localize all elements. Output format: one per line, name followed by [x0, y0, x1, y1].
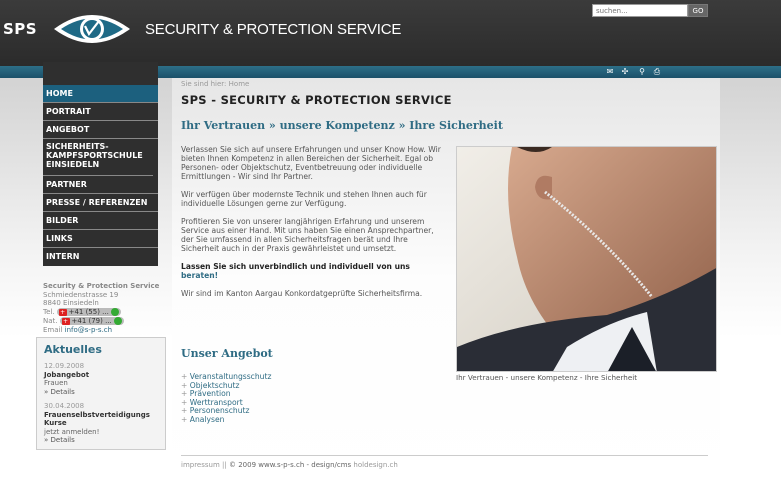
nav-item-portrait[interactable]: PORTRAIT: [43, 103, 158, 121]
breadcrumb: Sie sind hier: Home: [181, 80, 250, 88]
news-text: jetzt anmelden!: [44, 427, 100, 436]
email-row: Email info@s-p-s.ch: [43, 325, 113, 334]
mail-icon[interactable]: ✉: [604, 66, 616, 78]
header: SPS SECURITY & PROTECTION SERVICE GO: [0, 0, 781, 66]
nat-row: Nat. + +41 (79) ...: [43, 317, 163, 326]
search-input[interactable]: [592, 4, 688, 17]
news-date: 30.04.2008: [44, 402, 85, 410]
main-nav: HOME PORTRAIT ANGEBOT SICHERHEITS- KAMPF…: [43, 62, 158, 266]
call-icon[interactable]: [110, 308, 119, 317]
security-guard-photo: [456, 146, 717, 372]
city: 8840 Einsiedeln: [43, 299, 99, 308]
paragraph: Wir sind im Kanton Aargau Konkordatgeprü…: [181, 289, 423, 298]
photo-illustration: [457, 147, 716, 371]
logo-text[interactable]: SPS: [3, 20, 37, 38]
photo-caption: Ihr Vertrauen - unsere Kompetenz - Ihre …: [456, 373, 638, 382]
news-title: Jobangebot: [44, 370, 90, 379]
impressum-link[interactable]: impressum: [181, 461, 220, 469]
news-title: Frauenselbstverteidigungs Kurse: [44, 410, 150, 428]
nav-item-intern[interactable]: INTERN: [43, 248, 158, 266]
news-details-link[interactable]: » Details: [44, 388, 158, 397]
nav-cap: [43, 62, 158, 85]
angebot-heading: Unser Angebot: [181, 347, 273, 360]
news-box: Aktuelles 12.09.2008 Jobangebot Frauen »…: [36, 337, 166, 450]
swiss-flag-icon: +: [61, 317, 70, 325]
news-details-link[interactable]: » Details: [44, 436, 158, 445]
footer: impressum || © 2009 www.s-p-s.ch - desig…: [181, 461, 398, 469]
beraten-link[interactable]: beraten!: [181, 271, 218, 280]
print-icon[interactable]: ⎙: [651, 66, 663, 78]
angebot-list: Veranstaltungsschutz Objektschutz Präven…: [181, 372, 272, 425]
designer-link[interactable]: holdesign.ch: [353, 461, 397, 469]
eye-logo-icon[interactable]: [52, 9, 132, 49]
paragraph: Wir verfügen über modernste Technik und …: [181, 190, 427, 208]
footer-divider: [181, 455, 708, 456]
news-text: Frauen: [44, 379, 68, 387]
nav-item-bilder[interactable]: BILDER: [43, 212, 158, 230]
email-link[interactable]: info@s-p-s.ch: [65, 326, 112, 334]
contact-call-to-action: Lassen Sie sich unverbindlich und indivi…: [181, 262, 410, 280]
swiss-flag-icon: +: [58, 308, 67, 316]
news-date: 12.09.2008: [44, 362, 85, 370]
paragraph: Profitieren Sie von unserer langjährigen…: [181, 217, 434, 253]
nav-item-presse[interactable]: PRESSE / REFERENZEN: [43, 194, 158, 212]
nav-item-angebot[interactable]: ANGEBOT: [43, 121, 158, 139]
copyright: © 2009 www.s-p-s.ch - design/cms: [228, 461, 352, 469]
company-name: Security & Protection Service: [43, 282, 160, 290]
nat-pill[interactable]: + +41 (79) ...: [59, 317, 124, 326]
nav-item-partner[interactable]: PARTNER: [43, 176, 158, 194]
angebot-link-analysen[interactable]: Analysen: [181, 415, 271, 425]
page-title: SPS - SECURITY & PROTECTION SERVICE: [181, 93, 452, 107]
intro-text: Verlassen Sie sich auf unsere Erfahrunge…: [181, 145, 443, 307]
tel-row: Tel. + +41 (55) ...: [43, 308, 163, 317]
nav-item-kampfsportschule[interactable]: SICHERHEITS- KAMPFSPORTSCHULE EINSIEDELN: [43, 139, 153, 176]
news-heading: Aktuelles: [44, 343, 102, 356]
search-icon[interactable]: ⚲: [636, 66, 648, 78]
nav-item-home[interactable]: HOME: [43, 85, 158, 103]
sitemap-icon[interactable]: ✣: [619, 66, 631, 78]
street: Schmiedenstrasse 19: [43, 290, 119, 299]
page-subtitle: Ihr Vertrauen » unsere Kompetenz » Ihre …: [181, 119, 503, 132]
nav-item-links[interactable]: LINKS: [43, 230, 158, 248]
site-title: SECURITY & PROTECTION SERVICE: [145, 21, 402, 38]
contact-block: Security & Protection Service Schmiedens…: [43, 282, 163, 334]
call-icon[interactable]: [113, 317, 122, 326]
search-button[interactable]: GO: [688, 4, 708, 17]
tel-pill[interactable]: + +41 (55) ...: [56, 308, 121, 317]
paragraph: Verlassen Sie sich auf unsere Erfahrunge…: [181, 145, 441, 181]
